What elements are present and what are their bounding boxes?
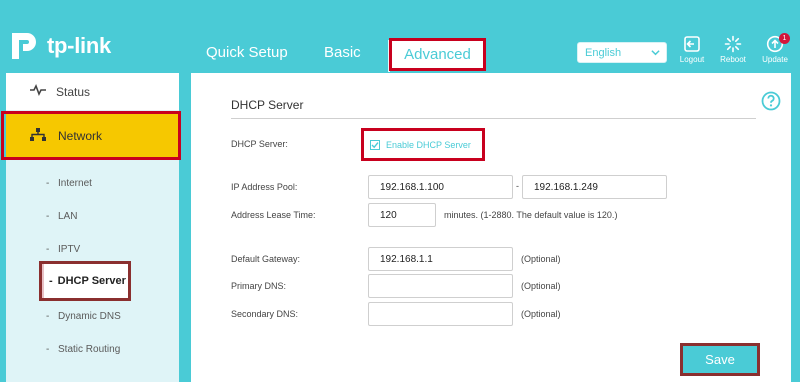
chevron-down-icon [651, 48, 660, 60]
secondary-dns-label: Secondary DNS: [231, 309, 299, 319]
sidebar-subitem-internet-label: Internet [58, 178, 92, 189]
primary-dns-label: Primary DNS: [231, 281, 287, 291]
lease-time-input[interactable]: 120 [368, 203, 436, 227]
reboot-button[interactable]: Reboot [715, 35, 751, 64]
secondary-dns-input[interactable] [368, 302, 513, 326]
content-panel: DHCP Server DHCP Server: Enable DHCP Ser… [191, 73, 791, 382]
enable-dhcp-server-checkbox[interactable]: Enable DHCP Server [361, 128, 485, 161]
tab-basic[interactable]: Basic [324, 44, 361, 61]
checkbox-check-icon [370, 139, 380, 150]
reboot-label: Reboot [720, 55, 746, 64]
section-title: DHCP Server [231, 98, 304, 112]
default-gateway-optional: (Optional) [521, 254, 561, 264]
ip-pool-start-input[interactable]: 192.168.1.100 [368, 175, 513, 199]
logout-icon [684, 36, 700, 52]
lease-time-hint: minutes. (1-2880. The default value is 1… [444, 210, 618, 220]
sidebar-subitem-static-routing[interactable]: - Static Routing [46, 344, 120, 355]
ip-pool-separator: - [516, 181, 519, 191]
sidebar-subitem-iptv[interactable]: - IPTV [46, 244, 80, 255]
network-highlight-outline [1, 111, 181, 160]
default-gateway-label: Default Gateway: [231, 254, 301, 264]
tab-advanced[interactable]: Advanced [389, 38, 486, 71]
language-select[interactable]: English [577, 42, 667, 63]
ip-address-pool-label: IP Address Pool: [231, 182, 298, 192]
enable-dhcp-server-label: Enable DHCP Server [386, 139, 471, 150]
address-lease-time-label: Address Lease Time: [231, 210, 316, 220]
logout-button[interactable]: Logout [674, 35, 710, 64]
dhcp-server-label: DHCP Server: [231, 139, 288, 149]
pulse-icon [30, 84, 46, 99]
ip-pool-end-input[interactable]: 192.168.1.249 [522, 175, 667, 199]
sidebar-subitem-internet[interactable]: - Internet [46, 178, 92, 189]
brand-name: tp-link [47, 33, 111, 58]
sidebar-subitem-dynamic-dns-label: Dynamic DNS [58, 311, 121, 322]
sidebar-subitem-lan[interactable]: - LAN [46, 211, 77, 222]
help-icon[interactable] [761, 91, 781, 116]
tp-link-logo-icon [8, 29, 42, 63]
section-divider [231, 118, 756, 119]
brand-logo: tp-link [8, 28, 111, 64]
sidebar-item-status[interactable]: Status [6, 73, 179, 110]
sidebar-item-status-label: Status [56, 84, 91, 99]
update-badge: 1 [779, 33, 790, 44]
sidebar-subitem-iptv-label: IPTV [58, 244, 81, 255]
save-button[interactable]: Save [683, 346, 757, 373]
logout-label: Logout [679, 55, 705, 64]
primary-dns-optional: (Optional) [521, 281, 561, 291]
tab-quick-setup[interactable]: Quick Setup [206, 44, 288, 61]
sidebar-subitem-static-routing-label: Static Routing [58, 344, 121, 355]
language-value: English [585, 46, 622, 59]
dhcp-server-highlight-outline [39, 261, 131, 301]
update-button[interactable]: Update 1 [757, 33, 793, 64]
primary-dns-input[interactable] [368, 274, 513, 298]
reboot-icon [724, 35, 742, 53]
secondary-dns-optional: (Optional) [521, 309, 561, 319]
default-gateway-input[interactable]: 192.168.1.1 [368, 247, 513, 271]
sidebar-subitem-lan-label: LAN [58, 211, 78, 222]
update-label: Update [762, 55, 788, 64]
sidebar-subitem-dynamic-dns[interactable]: - Dynamic DNS [46, 311, 121, 322]
